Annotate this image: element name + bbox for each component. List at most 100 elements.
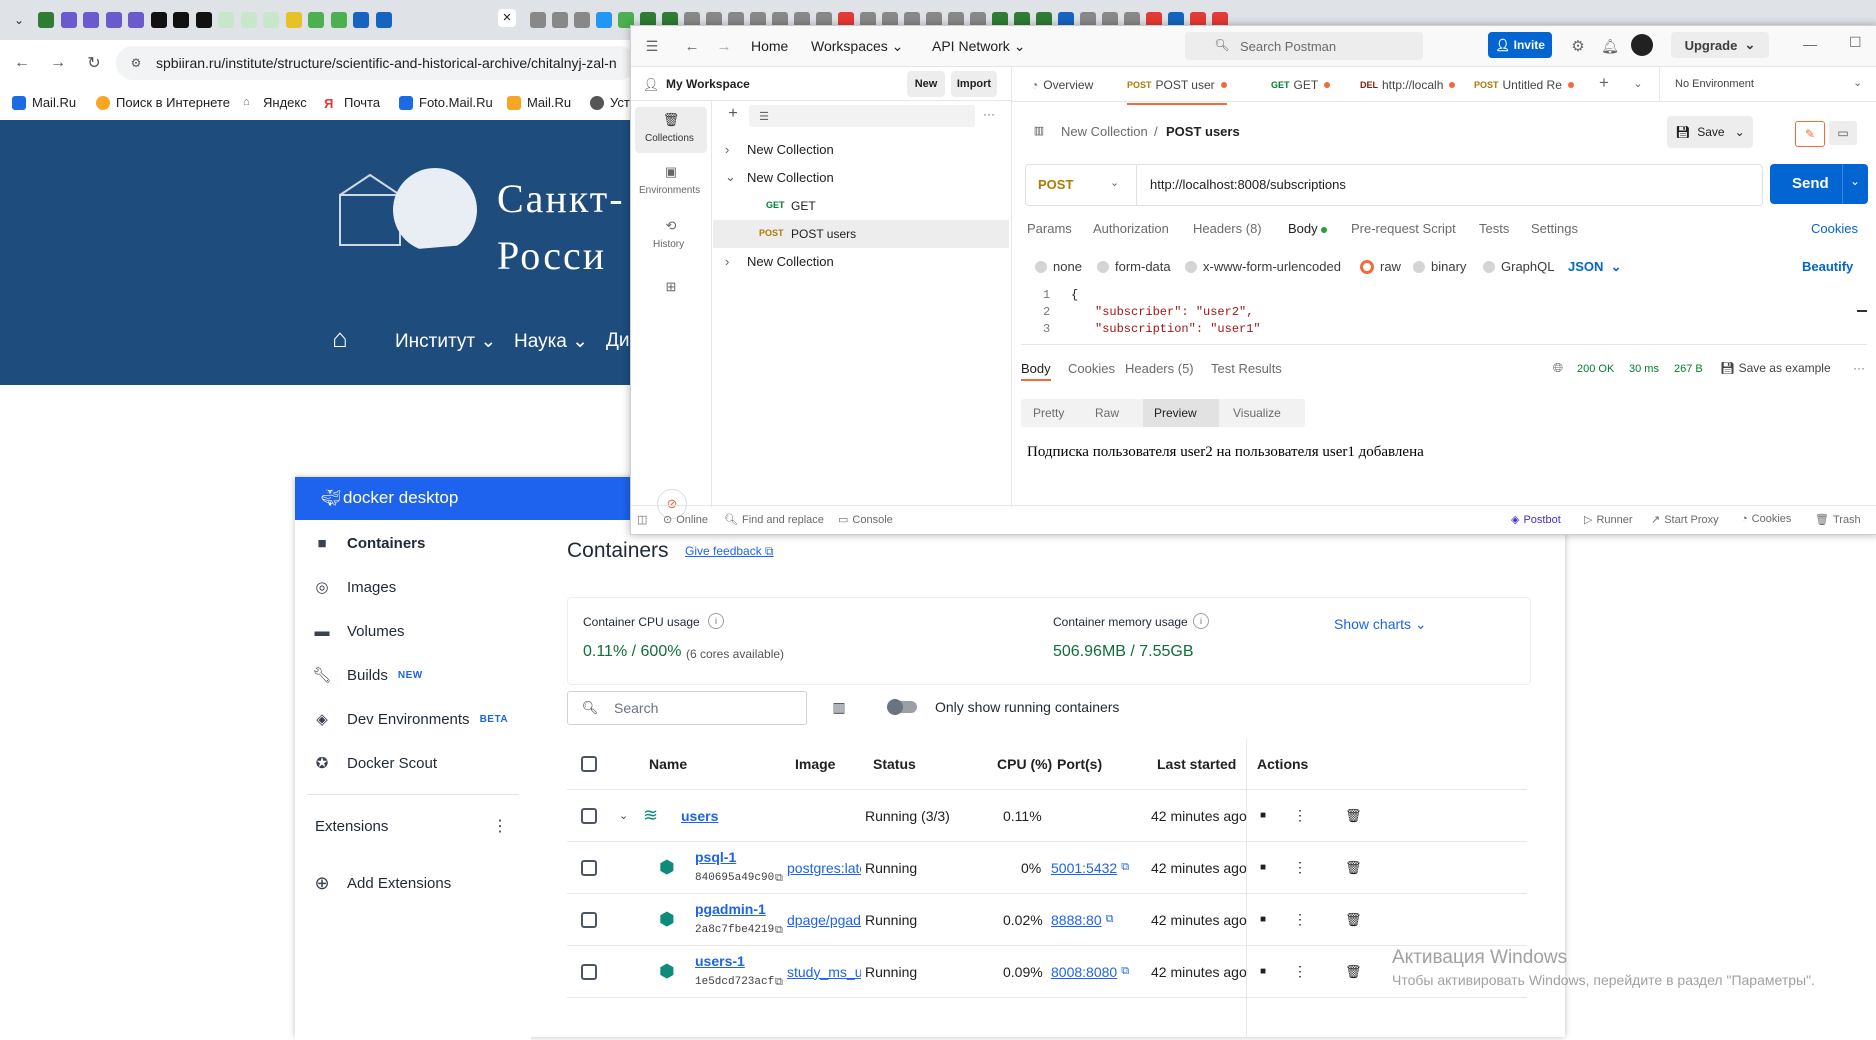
row-checkbox[interactable] [581,911,597,928]
view-pretty[interactable]: Pretty [1033,406,1064,420]
online-status[interactable]: ⊙ Online [663,513,708,527]
image-link[interactable]: dpage/pgadn [787,912,861,928]
port-link[interactable]: 8008:8080 [1051,964,1117,980]
response-tab-test-results[interactable]: Test Results [1211,361,1282,376]
info-icon[interactable]: i [708,613,724,629]
tab-headers[interactable]: Headers (8) [1193,221,1262,236]
table-row[interactable]: ⬢ pgadmin-1 2a8c7fbe4219 ⧉ dpage/pgadn R… [567,894,1527,946]
external-link-icon[interactable]: ⧉ [1106,913,1114,926]
address-field[interactable]: ⚙ spbiiran.ru/institute/structure/scient… [116,46,636,80]
forward-icon[interactable]: → [48,53,68,73]
tree-item-collection[interactable]: › New Collection [713,248,1009,276]
nav-collections[interactable]: 🗑︎ Collections [635,107,707,153]
back-icon[interactable]: ← [12,53,32,73]
tree-item-collection[interactable]: ⌄ New Collection [713,164,1009,192]
tab-untitled-request[interactable]: POST Untitled Re [1474,67,1574,103]
cookies-button[interactable]: ◔ Cookies [1741,513,1791,525]
notifications-bell-icon[interactable]: 🔔︎ [1601,37,1619,55]
tab-authorization[interactable]: Authorization [1093,221,1169,236]
invite-button[interactable]: 👤︎ Invite [1488,32,1552,58]
postbot-button[interactable]: ◈ Postbot [1511,513,1561,527]
response-tab-cookies[interactable]: Cookies [1068,361,1115,376]
site-info-icon[interactable]: ⚙ [128,55,144,71]
beautify-button[interactable]: Beautify [1802,259,1853,274]
tab-overview[interactable]: ◔ Overview [1031,67,1093,103]
row-checkbox[interactable] [581,859,597,876]
import-button[interactable]: Import [951,71,997,97]
tab-get[interactable]: GET GET [1271,67,1331,103]
browser-tab-favicon[interactable] [375,12,392,28]
close-tab-icon[interactable]: × [498,9,516,27]
container-name[interactable]: users-1 [695,953,745,969]
select-all-checkbox[interactable] [581,755,597,772]
tree-item-request[interactable]: GET GET [713,192,1009,220]
new-tab-icon[interactable]: + [1597,73,1611,92]
browser-tab-favicon[interactable] [128,12,144,28]
container-name[interactable]: psql-1 [695,849,736,865]
port-link[interactable]: 5001:5432 [1051,860,1117,876]
sidebar-item-dev-environments[interactable]: ◈ Dev Environments BETA [311,710,508,729]
trash-icon[interactable]: 🗑︎ [1345,842,1362,893]
start-proxy-button[interactable]: ↗ Start Proxy [1651,513,1719,527]
back-icon[interactable]: ← [683,37,701,55]
sidebar-item-docker-scout[interactable]: ✪ Docker Scout [311,754,437,773]
response-size[interactable]: 267 B [1674,363,1703,375]
container-search[interactable]: 🔍︎ Search [567,691,807,725]
bookmark-item[interactable]: ⌂ Яндекс [243,95,307,110]
tree-item-collection[interactable]: › New Collection [713,136,1009,164]
body-format-select[interactable]: JSON ⌄ [1568,259,1622,275]
stop-icon[interactable]: ■ [1260,842,1266,893]
sidebar-item-images[interactable]: ◎ Images [311,578,396,597]
configure-icon[interactable]: ⊞ [663,279,679,295]
runner-button[interactable]: ▷ Runner [1584,513,1633,527]
browser-tab-favicon[interactable] [105,12,122,28]
more-icon[interactable]: ··· [981,107,997,121]
body-editor[interactable]: 1 2 3 { "subscriber": "user2", "subscrip… [1021,284,1867,345]
save-as-example-button[interactable]: 💾︎ Save as example [1720,361,1831,375]
trash-icon[interactable]: 🗑︎ [1345,894,1362,945]
browser-tab-favicon[interactable] [38,12,54,28]
copy-icon[interactable]: ⧉ [775,924,783,937]
tree-item-request-selected[interactable]: POST POST users [713,220,1009,248]
trash-icon[interactable]: 🗑︎ [1345,946,1362,997]
tab-tests[interactable]: Tests [1479,221,1509,236]
nav-environments[interactable]: ▣ Environments [635,159,707,205]
console-button[interactable]: ▭ Console [838,513,893,527]
sidebar-item-containers[interactable]: ■ Containers [311,534,425,552]
row-checkbox[interactable] [581,807,597,824]
copy-icon[interactable]: ⧉ [775,872,783,885]
url-input[interactable]: http://localhost:8008/subscriptions [1150,177,1346,192]
column-status[interactable]: Status [873,738,916,789]
view-raw[interactable]: Raw [1095,406,1119,420]
external-link-icon[interactable]: ⧉ [1121,965,1129,978]
more-icon[interactable]: ⋮ [1293,842,1307,893]
more-icon[interactable]: ⋮ [1293,790,1307,841]
browser-tab-favicon[interactable] [173,12,189,28]
body-type-raw[interactable]: raw [1360,259,1401,274]
tab-list-chevron-icon[interactable]: ⌄ [1631,76,1645,90]
image-link[interactable]: postgres:late [787,860,861,876]
show-charts-button[interactable]: Show charts ⌄ [1334,616,1427,633]
browser-tab-favicon[interactable] [60,12,77,28]
table-row[interactable]: ⌄ ≋ users Running (3/3) 0.11% 42 minutes… [567,790,1527,842]
browser-tab-favicon[interactable] [552,12,568,28]
home-icon[interactable]: ⌂ [326,323,354,353]
browser-tab-favicon[interactable] [330,12,347,28]
container-name[interactable]: pgadmin-1 [695,901,766,917]
browser-tab-favicon[interactable] [218,12,234,28]
bookmark-item[interactable]: Я Почта [324,95,380,111]
home-link[interactable]: Home [751,38,788,54]
sidebar-item-volumes[interactable]: ▬ Volumes [311,622,405,640]
table-row[interactable]: ⬢ users-1 1e5dcd723acf ⧉ study_ms_us Run… [567,946,1527,998]
tab-delete-request[interactable]: DEL http://localh [1360,67,1456,103]
more-icon[interactable]: ⋮ [1293,894,1307,945]
avatar[interactable] [1631,34,1653,56]
site-nav-item[interactable]: Ди [606,330,629,352]
tab-params[interactable]: Params [1027,221,1072,236]
tab-post-users[interactable]: POST POST user [1127,67,1227,105]
body-type-none[interactable]: none [1035,259,1082,274]
browser-tab-favicon[interactable] [83,12,99,28]
collection-filter[interactable]: ☰ [749,105,975,127]
reload-icon[interactable]: ↻ [84,53,104,73]
save-button[interactable]: 💾︎ Save ⌄ [1667,116,1753,148]
